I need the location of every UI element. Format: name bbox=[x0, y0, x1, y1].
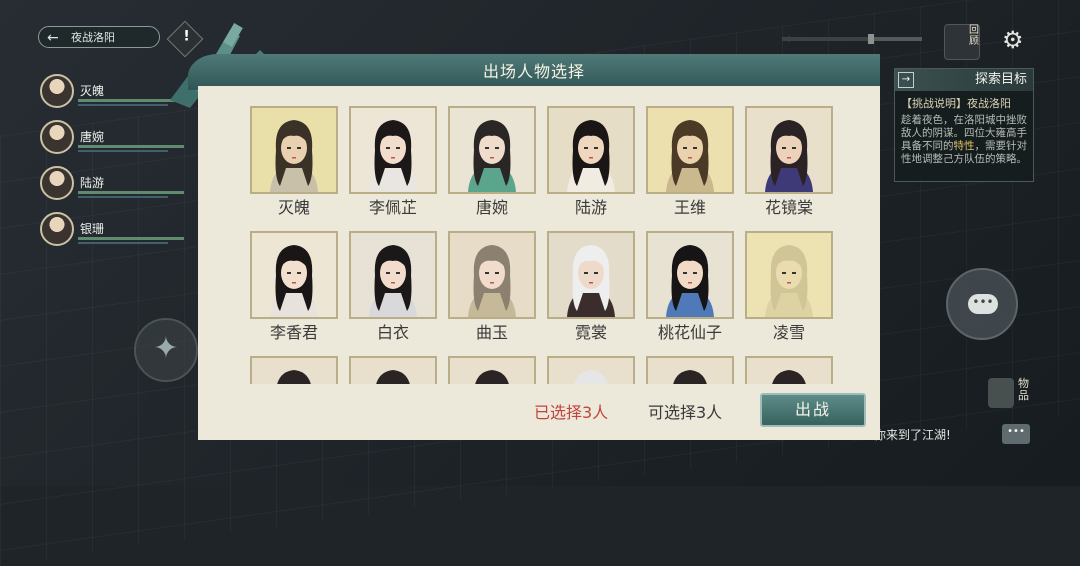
character-card[interactable]: 李佩芷 bbox=[349, 106, 437, 222]
character-name: 霓裳 bbox=[574, 323, 607, 342]
avatar bbox=[40, 212, 74, 246]
modal-title: 出场人物选择 bbox=[482, 62, 585, 81]
character-card[interactable]: 白衣 bbox=[349, 231, 437, 347]
party-member-name: 银珊 bbox=[80, 222, 105, 236]
bag-icon bbox=[988, 378, 1014, 408]
items-button[interactable]: 物品 bbox=[988, 374, 1032, 412]
energy-bar bbox=[78, 150, 168, 152]
character-portrait bbox=[646, 231, 734, 319]
gear-icon[interactable]: ⚙ bbox=[1002, 26, 1024, 54]
back-button-label: 夜战洛阳 bbox=[71, 31, 115, 44]
objective-highlight: 特性 bbox=[953, 140, 975, 152]
character-card[interactable]: 凌雪 bbox=[745, 231, 833, 347]
objective-title: 探索目标 bbox=[974, 72, 1027, 87]
avatar bbox=[40, 74, 74, 108]
character-name: 花镜棠 bbox=[764, 198, 813, 217]
character-portrait bbox=[646, 106, 734, 194]
character-portrait bbox=[250, 106, 338, 194]
health-bar bbox=[78, 237, 184, 240]
character-portrait bbox=[745, 106, 833, 194]
character-card[interactable] bbox=[448, 356, 536, 384]
character-name: 灭魄 bbox=[277, 198, 310, 217]
party-list: 灭魄 唐婉 陆游 银珊 bbox=[40, 74, 184, 258]
character-portrait bbox=[745, 231, 833, 319]
character-portrait bbox=[448, 356, 536, 384]
party-member[interactable]: 唐婉 bbox=[40, 120, 184, 166]
review-button[interactable]: 回顾 bbox=[944, 24, 980, 60]
energy-bar bbox=[78, 104, 168, 106]
party-member-name: 唐婉 bbox=[80, 130, 105, 144]
available-count: 可选择3人 bbox=[648, 403, 723, 422]
character-card[interactable] bbox=[745, 356, 833, 384]
chat-button[interactable]: ••• bbox=[946, 268, 1018, 340]
character-grid[interactable]: 灭魄 李佩芷 唐婉 陆游 王维 花镜棠李香君 白衣 曲玉 霓裳 桃花仙子 凌雪 bbox=[246, 106, 842, 384]
character-portrait bbox=[745, 356, 833, 384]
party-member[interactable]: 灭魄 bbox=[40, 74, 184, 120]
energy-bar bbox=[78, 242, 168, 244]
arrow-right-icon: → bbox=[898, 72, 914, 88]
back-button[interactable]: ← 夜战洛阳 bbox=[38, 26, 160, 48]
character-card[interactable]: 王维 bbox=[646, 106, 734, 222]
selected-count: 已选择3人 bbox=[534, 403, 609, 422]
character-name: 桃花仙子 bbox=[657, 323, 722, 342]
objective-panel: → 探索目标 【挑战说明】夜战洛阳 趁着夜色，在洛阳城中挫败敌人的阴谋。四位大雍… bbox=[894, 68, 1034, 182]
character-portrait bbox=[547, 356, 635, 384]
character-name: 李香君 bbox=[269, 323, 318, 342]
character-name: 李佩芷 bbox=[368, 198, 417, 217]
speech-bubble-icon: ••• bbox=[968, 294, 998, 314]
review-label: 回顾 bbox=[969, 25, 979, 47]
sword-icon bbox=[782, 34, 922, 44]
objective-header[interactable]: → 探索目标 bbox=[895, 69, 1033, 91]
character-name: 陆游 bbox=[574, 198, 607, 217]
health-bar bbox=[78, 191, 184, 194]
character-portrait bbox=[349, 356, 437, 384]
health-bar bbox=[78, 145, 184, 148]
character-card[interactable] bbox=[547, 356, 635, 384]
party-member-name: 陆游 bbox=[80, 176, 105, 190]
character-name: 唐婉 bbox=[475, 198, 508, 217]
character-card[interactable]: 桃花仙子 bbox=[646, 231, 734, 347]
objective-description: 趁着夜色，在洛阳城中挫败敌人的阴谋。四位大雍高手具备不同的特性，需要针对性地调整… bbox=[895, 111, 1033, 166]
character-card[interactable] bbox=[250, 356, 338, 384]
party-member[interactable]: 银珊 bbox=[40, 212, 184, 258]
character-portrait bbox=[448, 231, 536, 319]
start-battle-button[interactable]: 出战 bbox=[760, 393, 866, 427]
party-member[interactable]: 陆游 bbox=[40, 166, 184, 212]
arrow-left-icon: ← bbox=[47, 30, 59, 46]
chat-icon[interactable]: ••• bbox=[1002, 424, 1030, 444]
character-name: 曲玉 bbox=[475, 323, 508, 342]
character-name: 凌雪 bbox=[772, 323, 805, 342]
character-portrait bbox=[646, 356, 734, 384]
character-portrait bbox=[547, 106, 635, 194]
items-label: 物品 bbox=[1018, 377, 1029, 402]
avatar bbox=[40, 166, 74, 200]
modal-title-bar: 出场人物选择 bbox=[188, 54, 880, 90]
character-card[interactable]: 李香君 bbox=[250, 231, 338, 347]
character-card[interactable]: 曲玉 bbox=[448, 231, 536, 347]
avatar bbox=[40, 120, 74, 154]
character-card[interactable]: 花镜棠 bbox=[745, 106, 833, 222]
energy-bar bbox=[78, 196, 168, 198]
party-member-name: 灭魄 bbox=[80, 84, 105, 98]
character-name: 王维 bbox=[673, 198, 706, 217]
character-card[interactable]: 陆游 bbox=[547, 106, 635, 222]
character-portrait bbox=[349, 231, 437, 319]
character-portrait bbox=[448, 106, 536, 194]
character-card[interactable]: 霓裳 bbox=[547, 231, 635, 347]
character-portrait bbox=[547, 231, 635, 319]
character-card[interactable]: 灭魄 bbox=[250, 106, 338, 222]
character-name: 白衣 bbox=[376, 323, 409, 342]
character-portrait bbox=[349, 106, 437, 194]
character-portrait bbox=[250, 231, 338, 319]
character-card[interactable] bbox=[349, 356, 437, 384]
compass-joystick[interactable]: ✦ bbox=[134, 318, 198, 382]
character-card[interactable]: 唐婉 bbox=[448, 106, 536, 222]
objective-subtitle: 【挑战说明】夜战洛阳 bbox=[901, 97, 1011, 110]
character-card[interactable] bbox=[646, 356, 734, 384]
character-portrait bbox=[250, 356, 338, 384]
